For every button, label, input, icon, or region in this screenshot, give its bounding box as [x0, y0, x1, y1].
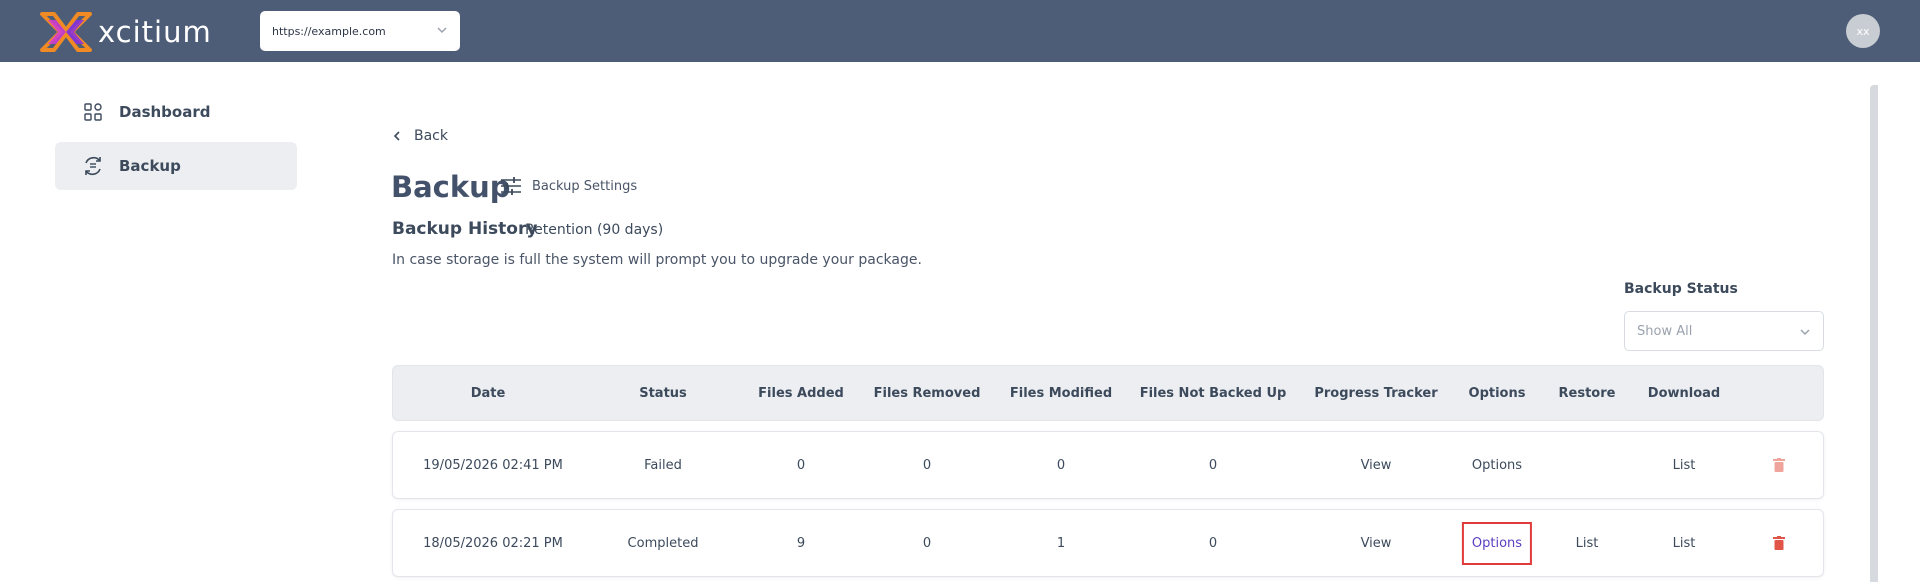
page-title: Backup: [391, 170, 511, 204]
sliders-icon: [501, 177, 521, 195]
col-progress-tracker: Progress Tracker: [1314, 385, 1438, 401]
row-date: 18/05/2026 02:21 PM: [423, 535, 563, 551]
back-link[interactable]: Back: [392, 125, 448, 147]
delete-button[interactable]: [1773, 432, 1785, 498]
backup-status-label: Backup Status: [1624, 281, 1738, 297]
table-header: Date Status Files Added Files Removed Fi…: [392, 365, 1824, 421]
table-row: 19/05/2026 02:41 PM Failed 0 0 0 0 View …: [392, 431, 1824, 499]
row-status: Completed: [627, 535, 699, 551]
retention-text: Retention (90 days): [525, 222, 664, 238]
row-files-modified: 1: [1056, 535, 1066, 551]
user-avatar[interactable]: xx: [1846, 14, 1880, 48]
trash-icon: [1773, 536, 1785, 550]
backup-status-value: Show All: [1637, 323, 1693, 339]
view-progress-link[interactable]: View: [1361, 432, 1392, 498]
storage-note: In case storage is full the system will …: [392, 252, 922, 268]
chevron-down-icon: [437, 27, 447, 34]
chevron-left-icon: [393, 131, 400, 141]
row-date: 19/05/2026 02:41 PM: [423, 457, 563, 473]
site-url-value: https://example.com: [272, 24, 386, 38]
logo-mark-icon: [40, 12, 92, 52]
col-date: Date: [470, 385, 506, 401]
col-restore: Restore: [1558, 385, 1616, 401]
col-status: Status: [639, 385, 687, 401]
backup-settings-button[interactable]: Backup Settings: [500, 176, 637, 196]
dashboard-icon: [81, 100, 105, 124]
row-files-not-backed-up: 0: [1208, 535, 1218, 551]
backup-settings-label: Backup Settings: [532, 178, 638, 194]
col-files-added: Files Added: [758, 385, 844, 401]
row-files-not-backed-up: 0: [1208, 457, 1218, 473]
col-download: Download: [1647, 385, 1721, 401]
download-list-link[interactable]: List: [1673, 510, 1696, 576]
scrollbar[interactable]: [1870, 85, 1878, 582]
col-files-not-backed-up: Files Not Backed Up: [1139, 385, 1287, 401]
options-link[interactable]: Options: [1461, 521, 1533, 565]
xcitium-logo[interactable]: xcitium: [38, 10, 248, 54]
sidebar-item-label: Backup: [119, 157, 181, 175]
restore-list-link[interactable]: List: [1576, 510, 1599, 576]
back-label: Back: [414, 128, 448, 144]
col-files-modified: Files Modified: [1009, 385, 1113, 401]
row-status: Failed: [644, 457, 682, 473]
site-url-select[interactable]: https://example.com: [260, 11, 460, 51]
download-list-link[interactable]: List: [1673, 432, 1696, 498]
row-files-removed: 0: [922, 535, 932, 551]
trash-icon: [1773, 458, 1785, 472]
sidebar-item-label: Dashboard: [119, 103, 211, 121]
options-link-highlighted[interactable]: Options: [1461, 510, 1533, 576]
sidebar-item-dashboard[interactable]: Dashboard: [55, 88, 297, 136]
row-files-removed: 0: [922, 457, 932, 473]
backup-icon: [81, 154, 105, 178]
row-files-added: 0: [796, 457, 806, 473]
row-files-added: 9: [796, 535, 806, 551]
delete-button[interactable]: [1773, 510, 1785, 576]
row-files-modified: 0: [1056, 457, 1066, 473]
top-bar: xcitium https://example.com xx: [0, 0, 1920, 62]
options-link[interactable]: Options: [1472, 432, 1522, 498]
backup-history-title: Backup History: [392, 219, 538, 239]
sidebar-item-backup[interactable]: Backup: [55, 142, 297, 190]
table-row: 18/05/2026 02:21 PM Completed 9 0 1 0 Vi…: [392, 509, 1824, 577]
view-progress-link[interactable]: View: [1361, 510, 1392, 576]
backup-status-select[interactable]: Show All: [1624, 311, 1824, 351]
logo-text: xcitium: [98, 15, 212, 49]
col-files-removed: Files Removed: [873, 385, 981, 401]
col-options: Options: [1468, 385, 1526, 401]
chevron-down-icon: [1800, 329, 1810, 336]
